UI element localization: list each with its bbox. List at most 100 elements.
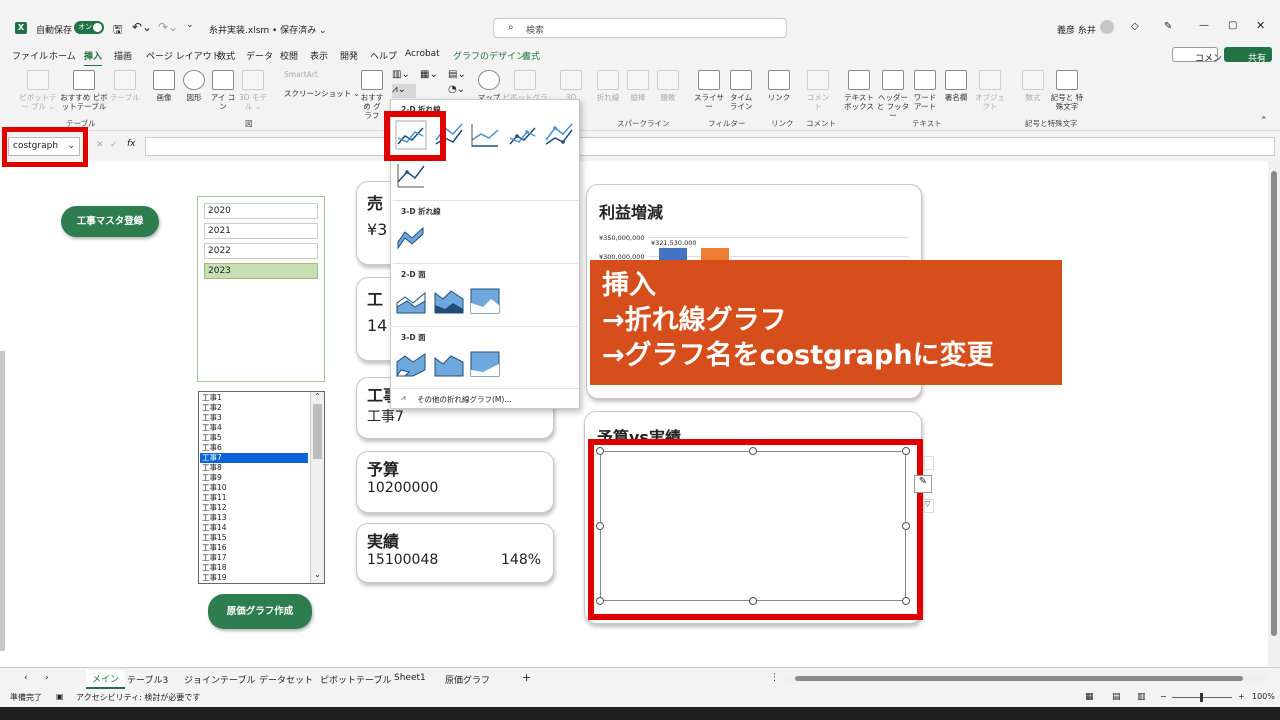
vertical-scrollbar[interactable]	[1268, 161, 1280, 667]
resize-handle[interactable]	[596, 447, 604, 455]
icon-button[interactable]: アイ コン	[210, 70, 236, 111]
sparkline-line-button[interactable]: 折れ線	[594, 70, 622, 102]
create-cost-graph-button[interactable]: 原価グラフ作成	[208, 594, 312, 629]
collapse-ribbon-icon[interactable]: ⌃	[1260, 116, 1268, 126]
scroll-thumb[interactable]	[795, 676, 1243, 681]
pie-chart-button[interactable]: ◔⌄	[448, 84, 472, 98]
minimize-icon[interactable]: —	[1199, 20, 1209, 31]
scroll-down-icon[interactable]: ⌄	[314, 570, 321, 579]
pivot-table-button[interactable]: ピボットテー ブル ⌄	[18, 70, 58, 111]
tab-dataset[interactable]: データセット	[259, 673, 313, 686]
tab-cost-graph[interactable]: 原価グラフ	[445, 673, 490, 686]
menu-view[interactable]: 表示	[310, 49, 328, 62]
year-item-selected[interactable]: 2023	[204, 263, 318, 279]
tab-pivot-table[interactable]: ピボットテーブル	[320, 673, 391, 686]
menu-page-layout[interactable]: ページ レイアウト	[146, 49, 221, 62]
smartart-button[interactable]: SmartArt	[284, 70, 318, 79]
list-item[interactable]: 工事18	[200, 563, 308, 573]
new-line-chart[interactable]	[596, 447, 910, 605]
restore-icon[interactable]: ▢	[1228, 20, 1237, 31]
menu-formulas[interactable]: 数式	[217, 49, 235, 62]
100-stacked-line-chart-icon[interactable]	[469, 120, 501, 150]
year-item[interactable]: 2020	[204, 203, 318, 219]
list-item[interactable]: 工事16	[200, 543, 308, 553]
link-button[interactable]: リンク	[766, 70, 792, 102]
tab-scroll-left-icon[interactable]: ‹	[24, 673, 28, 683]
recommended-pivot-button[interactable]: おすすめ ピボットテーブル	[58, 70, 110, 111]
list-item[interactable]: 工事13	[200, 513, 308, 523]
zoom-in-icon[interactable]: +	[1238, 692, 1245, 701]
shape-button[interactable]: 図形	[180, 70, 208, 102]
menu-acrobat[interactable]: Acrobat	[405, 49, 440, 59]
accessibility-status[interactable]: アクセシビリティ: 検討が必要です	[76, 692, 200, 703]
100-stacked-line-markers-chart-icon[interactable]	[395, 160, 427, 190]
formula-input[interactable]	[145, 137, 1275, 156]
year-item[interactable]: 2022	[204, 243, 318, 259]
stacked-line-markers-chart-icon[interactable]	[543, 120, 575, 150]
resize-handle[interactable]	[902, 522, 910, 530]
list-item[interactable]: 工事14	[200, 523, 308, 533]
master-register-button[interactable]: 工事マスタ登録	[61, 206, 159, 237]
list-item[interactable]: 工事7	[200, 453, 308, 463]
menu-format[interactable]: 書式	[522, 49, 540, 62]
symbol-button[interactable]: 記号と 特殊文字	[1050, 70, 1084, 111]
statistic-chart-button[interactable]: ▤⌄	[448, 69, 472, 83]
signature-button[interactable]: 署名欄	[940, 70, 972, 102]
slicer-button[interactable]: スライサー	[694, 70, 724, 111]
tab-join-table[interactable]: ジョインテーブル	[184, 673, 255, 686]
share-button[interactable]: 共有	[1224, 47, 1272, 64]
3d-stacked-area-chart-icon[interactable]	[433, 348, 465, 378]
customize-qat-icon[interactable]: ⌄	[186, 20, 194, 30]
zoom-slider[interactable]	[1172, 693, 1232, 702]
more-line-charts-link[interactable]: その他の折れ線グラフ(M)...	[417, 394, 511, 405]
zoom-out-icon[interactable]: −	[1160, 692, 1167, 701]
line-markers-chart-icon[interactable]	[507, 120, 539, 150]
resize-handle[interactable]	[749, 447, 757, 455]
comment-insert-button[interactable]: コメント	[804, 70, 832, 111]
list-item[interactable]: 工事11	[200, 493, 308, 503]
add-sheet-icon[interactable]: +	[522, 671, 531, 684]
menu-data[interactable]: データ	[246, 49, 273, 62]
object-button[interactable]: オブジェクト	[972, 70, 1008, 111]
menu-developer[interactable]: 開発	[340, 49, 358, 62]
tab-sheet1[interactable]: Sheet1	[394, 673, 426, 683]
resize-handle[interactable]	[596, 522, 604, 530]
zoom-level[interactable]: 100%	[1252, 692, 1275, 701]
sparkline-winloss-button[interactable]: 勝敗	[654, 70, 682, 102]
resize-handle[interactable]	[596, 597, 604, 605]
resize-handle[interactable]	[902, 447, 910, 455]
list-item[interactable]: 工事5	[200, 433, 308, 443]
wordart-button[interactable]: ワード アート	[910, 70, 940, 111]
chart-filters-button[interactable]: ▽	[924, 499, 934, 513]
tab-table3[interactable]: テーブル3	[127, 673, 168, 686]
tab-main[interactable]: メイン	[86, 670, 126, 689]
area-chart-icon[interactable]	[395, 285, 427, 315]
3d-map-button[interactable]: 3D	[558, 70, 584, 102]
recommended-charts-button[interactable]: おすすめ グラフ	[360, 70, 384, 120]
resize-handle[interactable]	[749, 597, 757, 605]
header-footer-button[interactable]: ヘッダーと フッター	[876, 70, 910, 120]
3d-100-stacked-area-chart-icon[interactable]	[469, 348, 501, 378]
list-item[interactable]: 工事4	[200, 423, 308, 433]
tab-scroll-right-icon[interactable]: ›	[45, 673, 49, 683]
scroll-thumb[interactable]	[313, 404, 322, 459]
menu-draw[interactable]: 描画	[114, 49, 132, 62]
table-button[interactable]: テーブル	[110, 70, 140, 102]
100-stacked-area-chart-icon[interactable]	[469, 285, 501, 315]
equation-button[interactable]: 数式	[1018, 70, 1048, 102]
more-icon[interactable]: ⋮	[770, 673, 779, 683]
save-icon[interactable]: 🖫	[113, 21, 122, 40]
pen-icon[interactable]: ✎	[1164, 21, 1172, 32]
autosave-toggle[interactable]: オン	[74, 21, 104, 34]
stacked-area-chart-icon[interactable]	[433, 285, 465, 315]
hierarchy-chart-button[interactable]: ▦⌄	[420, 69, 444, 83]
textbox-button[interactable]: テキスト ボックス	[842, 70, 876, 111]
diamond-icon[interactable]: ◇	[1131, 21, 1139, 32]
menu-home[interactable]: ホーム	[49, 49, 76, 62]
undo-icon[interactable]: ↶⌄	[132, 20, 152, 34]
function-icon[interactable]: fx	[127, 139, 136, 149]
menu-chart-design[interactable]: グラフのデザイン	[453, 49, 525, 62]
list-item[interactable]: 工事1	[200, 393, 308, 403]
line-chart-button[interactable]: ⩘⌄	[392, 84, 416, 98]
menu-review[interactable]: 校閲	[280, 49, 298, 62]
